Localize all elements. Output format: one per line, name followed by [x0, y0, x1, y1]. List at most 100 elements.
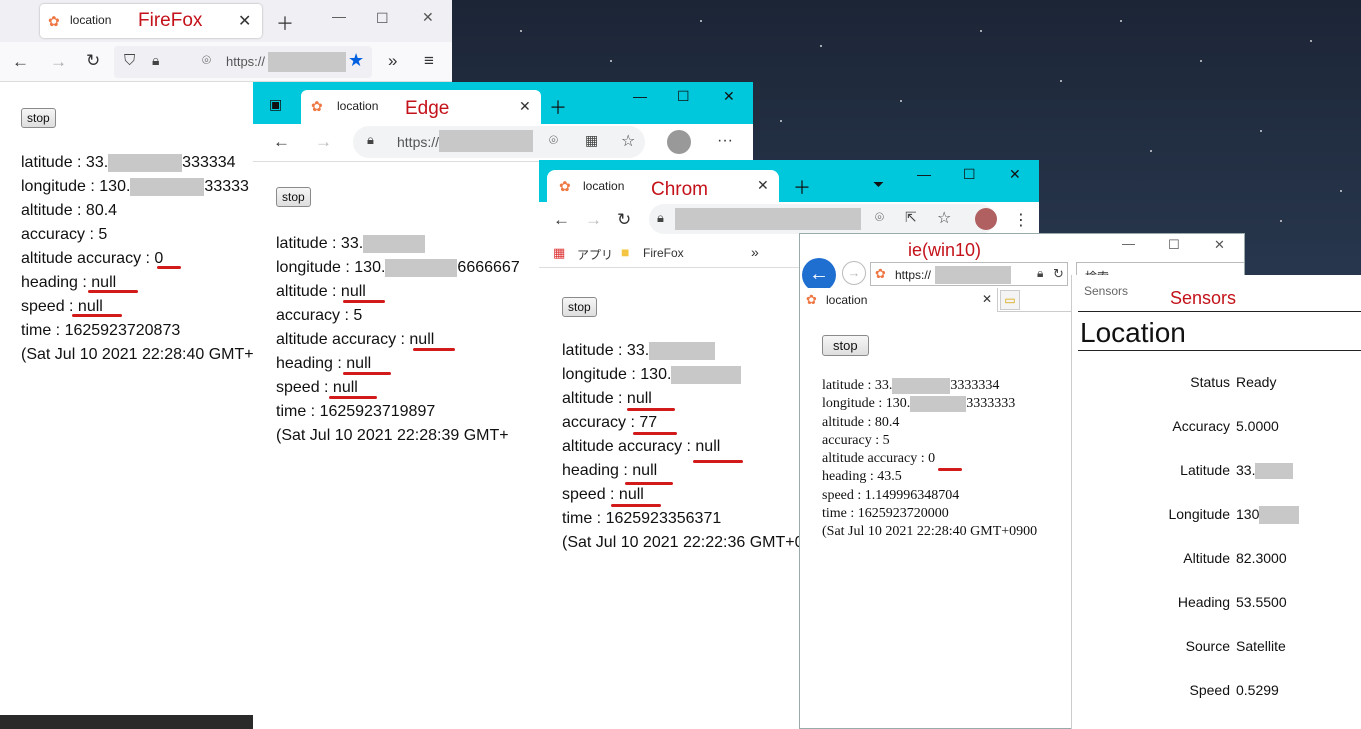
minimize-icon[interactable]: —	[332, 8, 346, 24]
maximize-icon[interactable]: ☐	[1168, 237, 1180, 253]
annotation-underline	[625, 482, 673, 485]
stop-button[interactable]: stop	[562, 297, 597, 317]
longitude-line: longitude : 130.	[562, 363, 803, 387]
back-icon[interactable]: ←	[12, 52, 29, 72]
apps-icon[interactable]: ▦	[585, 132, 598, 149]
url-text: https://	[895, 268, 932, 282]
bookmark-firefox[interactable]: FireFox	[643, 246, 684, 260]
avatar[interactable]	[975, 208, 997, 230]
altitude-line: altitude : null	[562, 390, 652, 407]
stop-button[interactable]: stop	[276, 187, 311, 207]
annotation-underline	[627, 408, 675, 411]
firefox-titlebar: ✿ location FireFox ✕ ＋ — ☐ ✕	[0, 0, 452, 42]
close-window-icon[interactable]: ✕	[1214, 237, 1225, 253]
address-bar[interactable]: 🔒︎ https:// ⌾ ▦ ☆	[353, 126, 645, 158]
close-window-icon[interactable]: ✕	[422, 9, 434, 26]
forward-icon[interactable]: →	[585, 210, 602, 230]
app-label: Sensors	[1170, 288, 1237, 308]
close-window-icon[interactable]: ✕	[723, 88, 735, 105]
new-tab-icon[interactable]: ▭	[1000, 290, 1020, 310]
apps-icon[interactable]: ▦	[553, 245, 565, 261]
bookmark-star-icon[interactable]: ★	[348, 50, 364, 71]
annotation-underline	[633, 432, 677, 435]
overflow-icon[interactable]: »	[388, 51, 397, 71]
favicon-icon: ✿	[559, 178, 571, 194]
forward-icon[interactable]: →	[50, 52, 67, 72]
speed-line: speed : null	[276, 379, 358, 396]
forward-icon[interactable]: →	[315, 132, 332, 152]
redacted-url	[935, 266, 1011, 284]
more-icon[interactable]: ···	[717, 132, 733, 150]
address-bar[interactable]: 🔒︎ ⌾ ⇱ ☆	[649, 204, 995, 234]
ie-titlebar: ie(win10) — ☐ ✕	[800, 234, 1244, 260]
close-window-icon[interactable]: ✕	[1009, 166, 1021, 183]
bookmark-star-icon[interactable]: ☆	[937, 208, 951, 228]
overflow-icon[interactable]: »	[751, 244, 759, 260]
url-text: https://	[226, 54, 266, 69]
location-icon: ⌾	[549, 132, 559, 149]
heading-line: heading : 43.5	[822, 469, 902, 485]
address-bar[interactable]: ✿ https:// 🔒︎ ↻	[870, 262, 1068, 286]
close-icon[interactable]: ✕	[982, 292, 992, 306]
reload-icon[interactable]: ↻	[86, 51, 100, 71]
annotation-underline	[938, 468, 962, 471]
new-tab-icon[interactable]: ＋	[276, 10, 294, 36]
reload-icon[interactable]: ↻	[617, 210, 631, 230]
maximize-icon[interactable]: ☐	[963, 166, 976, 183]
address-bar[interactable]: ⛉ 🔒︎ ⌾ https:// ★	[114, 46, 372, 78]
browser-label: ie(win10)	[908, 240, 982, 260]
stop-button[interactable]: stop	[822, 335, 869, 356]
lock-icon: 🔒︎	[657, 210, 664, 225]
annotation-underline	[413, 348, 455, 351]
avatar[interactable]	[667, 130, 691, 154]
altitude-line: altitude : 80.4	[21, 202, 118, 219]
new-tab-icon[interactable]: ＋	[793, 174, 811, 200]
browser-label: FireFox	[138, 10, 203, 31]
maximize-icon[interactable]: ☐	[677, 88, 690, 105]
maximize-icon[interactable]: ☐	[376, 10, 389, 27]
app-title: Sensors	[1084, 284, 1129, 298]
lock-icon: 🔒︎	[367, 132, 374, 147]
favorites-icon[interactable]: ☆	[621, 131, 635, 151]
favicon-icon: ✿	[806, 292, 817, 307]
share-icon[interactable]: ⇱	[905, 209, 917, 226]
minimize-icon[interactable]: —	[633, 88, 647, 104]
altitude-accuracy-line: altitude accuracy : 0	[21, 250, 164, 267]
tab-title: location	[337, 99, 379, 113]
back-icon[interactable]: ←	[273, 132, 290, 152]
ie-tab[interactable]: ✿ location ✕	[800, 288, 998, 312]
stop-button[interactable]: stop	[21, 108, 56, 128]
firefox-tab[interactable]: ✿ location FireFox ✕	[40, 4, 262, 38]
tab-search-icon[interactable]: ⏷	[873, 176, 884, 193]
annotation-underline	[88, 290, 138, 293]
annotation-underline	[343, 300, 385, 303]
divider	[1078, 311, 1361, 312]
close-icon[interactable]: ✕	[238, 11, 251, 31]
chrome-titlebar: ✿ location Chrom ✕ ＋ ⏷ — ☐ ✕	[539, 160, 1039, 202]
chrome-tab[interactable]: ✿ location Chrom ✕	[547, 170, 779, 202]
new-tab-icon[interactable]: ＋	[549, 94, 567, 120]
accuracy-line: accuracy : 5	[822, 432, 890, 448]
menu-icon[interactable]: ≡	[424, 51, 434, 71]
page-title: Location	[1080, 317, 1186, 348]
more-icon[interactable]: ⋮	[1013, 210, 1029, 230]
reload-icon[interactable]: ↻	[1053, 266, 1064, 282]
url-text: https://	[397, 134, 440, 150]
minimize-icon[interactable]: —	[1122, 236, 1135, 251]
close-icon[interactable]: ✕	[519, 98, 531, 115]
close-icon[interactable]: ✕	[757, 177, 769, 194]
latitude-line: latitude : 33.	[562, 339, 803, 363]
annotation-underline	[329, 396, 377, 399]
edge-tab[interactable]: ✿ location Edge ✕	[301, 90, 541, 124]
location-icon: ⌾	[202, 52, 212, 69]
back-icon[interactable]: ←	[802, 258, 836, 292]
tab-actions-icon[interactable]: ▣	[269, 96, 282, 113]
minimize-icon[interactable]: —	[917, 166, 931, 182]
redacted-url	[439, 130, 533, 152]
speed-line: speed : 1.149996348704	[822, 487, 960, 503]
back-icon[interactable]: ←	[553, 210, 570, 230]
altitude-line: altitude : null	[276, 283, 366, 300]
heading-line: heading : null	[276, 355, 372, 372]
bookmark-apps[interactable]: アプリ	[577, 246, 613, 263]
forward-icon[interactable]: →	[842, 261, 866, 285]
